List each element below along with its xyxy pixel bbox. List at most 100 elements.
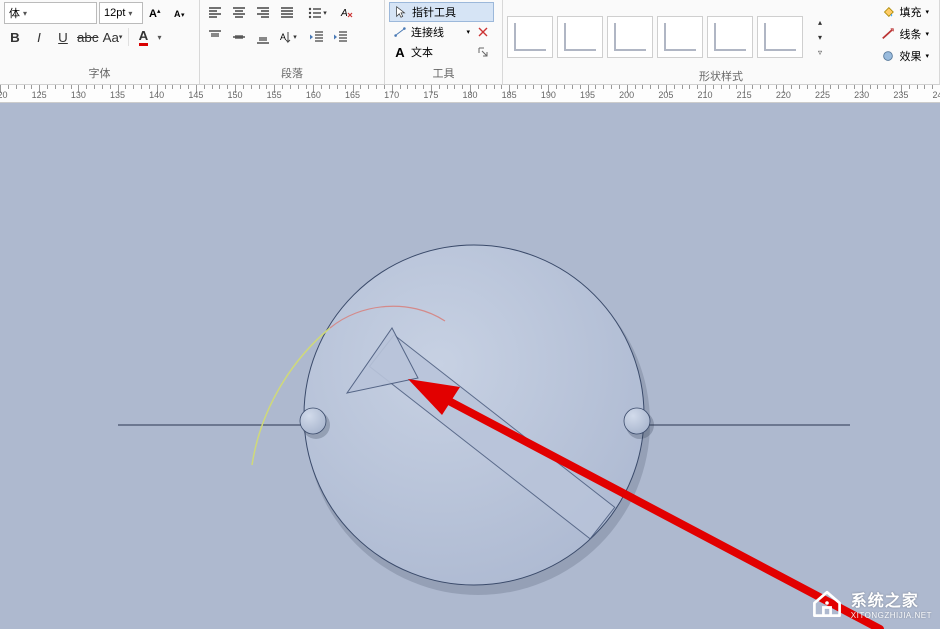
align-center-button[interactable]: [228, 2, 250, 24]
decrease-font-button[interactable]: A▾: [169, 2, 191, 24]
ruler-tick-label: 130: [71, 90, 86, 100]
align-bottom-button[interactable]: [252, 26, 274, 48]
shape-style-thumb[interactable]: [657, 16, 703, 58]
shape-style-thumb[interactable]: [507, 16, 553, 58]
align-right-icon: [255, 5, 271, 21]
ribbon: 体 ▾ 12pt ▾ A▴ A▾ B I: [0, 0, 940, 85]
connector-tool-button[interactable]: 连接线 ▾: [389, 22, 494, 42]
gallery-more-button[interactable]: ▿: [809, 45, 831, 60]
ruler-tick-label: 205: [658, 90, 673, 100]
indent-decrease-icon: [309, 29, 325, 45]
align-justify-icon: [279, 5, 295, 21]
svg-text:A: A: [174, 9, 181, 19]
svg-text:A: A: [280, 32, 286, 42]
fill-icon: [881, 5, 895, 19]
chevron-down-icon: ▾: [466, 28, 470, 36]
decrease-indent-button[interactable]: [306, 26, 328, 48]
shape-style-thumb[interactable]: [707, 16, 753, 58]
launcher-icon: [477, 46, 489, 58]
ruler-tick-label: 175: [423, 90, 438, 100]
ruler-tick-label: 200: [619, 90, 634, 100]
font-increase-icon: A▴: [148, 5, 164, 21]
bold-button[interactable]: B: [4, 26, 26, 48]
align-right-button[interactable]: [252, 2, 274, 24]
line-label: 线条: [899, 26, 921, 42]
italic-button[interactable]: I: [28, 26, 50, 48]
ruler-tick-label: 240: [932, 90, 940, 100]
font-color-button[interactable]: A ▾: [133, 26, 165, 48]
gallery-up-button[interactable]: ▴: [809, 15, 831, 30]
svg-text:▴: ▴: [157, 8, 161, 15]
ruler-tick-label: 145: [188, 90, 203, 100]
clear-format-button[interactable]: A: [336, 2, 358, 24]
horizontal-ruler: 1201251301351401451501551601651701751801…: [0, 85, 940, 103]
ruler-tick-label: 120: [0, 90, 8, 100]
align-center-icon: [231, 5, 247, 21]
increase-indent-button[interactable]: [330, 26, 352, 48]
shape-style-group: ▴ ▾ ▿ 填充 ▾ 线条 ▾ 效果: [503, 0, 940, 84]
text-direction-button[interactable]: A▾: [276, 26, 298, 48]
strikethrough-button[interactable]: abc: [76, 26, 100, 48]
ruler-tick-label: 135: [110, 90, 125, 100]
svg-text:A: A: [149, 8, 157, 20]
font-decrease-icon: A▾: [172, 5, 188, 21]
ruler-tick-label: 165: [345, 90, 360, 100]
x-icon: [477, 26, 489, 38]
bullets-button[interactable]: ▾: [306, 2, 328, 24]
chevron-down-icon: ▾: [925, 30, 929, 38]
fill-label: 填充: [899, 4, 921, 20]
connector-x-button[interactable]: [476, 25, 490, 39]
align-middle-button[interactable]: [228, 26, 250, 48]
ruler-tick-label: 125: [32, 90, 47, 100]
svg-text:A: A: [340, 8, 348, 19]
shape-style-gallery[interactable]: ▴ ▾ ▿: [507, 9, 831, 60]
effect-button[interactable]: 效果 ▾: [879, 46, 931, 66]
chevron-down-icon: ▾: [23, 9, 27, 18]
ruler-tick-label: 190: [541, 90, 556, 100]
fill-button[interactable]: 填充 ▾: [879, 2, 931, 22]
svg-text:▾: ▾: [181, 12, 185, 19]
ruler-tick-label: 210: [697, 90, 712, 100]
ruler-tick-label: 140: [149, 90, 164, 100]
font-group-label: 字体: [4, 63, 195, 84]
ruler-tick-label: 220: [776, 90, 791, 100]
increase-font-button[interactable]: A▴: [145, 2, 167, 24]
line-button[interactable]: 线条 ▾: [879, 24, 931, 44]
underline-button[interactable]: U: [52, 26, 74, 48]
drawing-content: [0, 103, 940, 629]
watermark-subtitle: XITONGZHIJIA.NET: [851, 611, 932, 620]
align-left-icon: [207, 5, 223, 21]
watermark-logo-icon: [809, 585, 845, 621]
font-name-dropdown[interactable]: 体 ▾: [4, 2, 97, 24]
align-top-button[interactable]: [204, 26, 226, 48]
change-case-button[interactable]: Aa▾: [102, 26, 124, 48]
pointer-icon: [394, 5, 408, 19]
effect-icon: [881, 49, 895, 63]
ruler-tick-label: 195: [580, 90, 595, 100]
shape-style-group-label: 形状样式: [507, 66, 935, 87]
effect-label: 效果: [899, 48, 921, 64]
text-tool-button[interactable]: A 文本: [389, 42, 494, 62]
paragraph-group-label: 段落: [204, 63, 380, 84]
font-size-value: 12pt: [104, 7, 125, 19]
ruler-tick-label: 150: [227, 90, 242, 100]
pointer-tool-button[interactable]: 指针工具: [389, 2, 494, 22]
watermark-title: 系统之家: [851, 587, 932, 611]
text-tool-label: 文本: [411, 44, 433, 60]
ruler-tick-label: 155: [267, 90, 282, 100]
drawing-canvas[interactable]: 系统之家 XITONGZHIJIA.NET: [0, 103, 940, 629]
shape-style-thumb[interactable]: [557, 16, 603, 58]
align-left-button[interactable]: [204, 2, 226, 24]
shape-style-thumb[interactable]: [757, 16, 803, 58]
text-options-button[interactable]: [476, 45, 490, 59]
ruler-tick-label: 160: [306, 90, 321, 100]
gallery-down-button[interactable]: ▾: [809, 30, 831, 45]
ruler-tick-label: 235: [893, 90, 908, 100]
connector-icon: [393, 25, 407, 39]
font-size-dropdown[interactable]: 12pt ▾: [99, 2, 143, 24]
justify-button[interactable]: [276, 2, 298, 24]
chevron-down-icon: ▾: [925, 52, 929, 60]
indent-increase-icon: [333, 29, 349, 45]
ruler-tick-label: 170: [384, 90, 399, 100]
shape-style-thumb[interactable]: [607, 16, 653, 58]
